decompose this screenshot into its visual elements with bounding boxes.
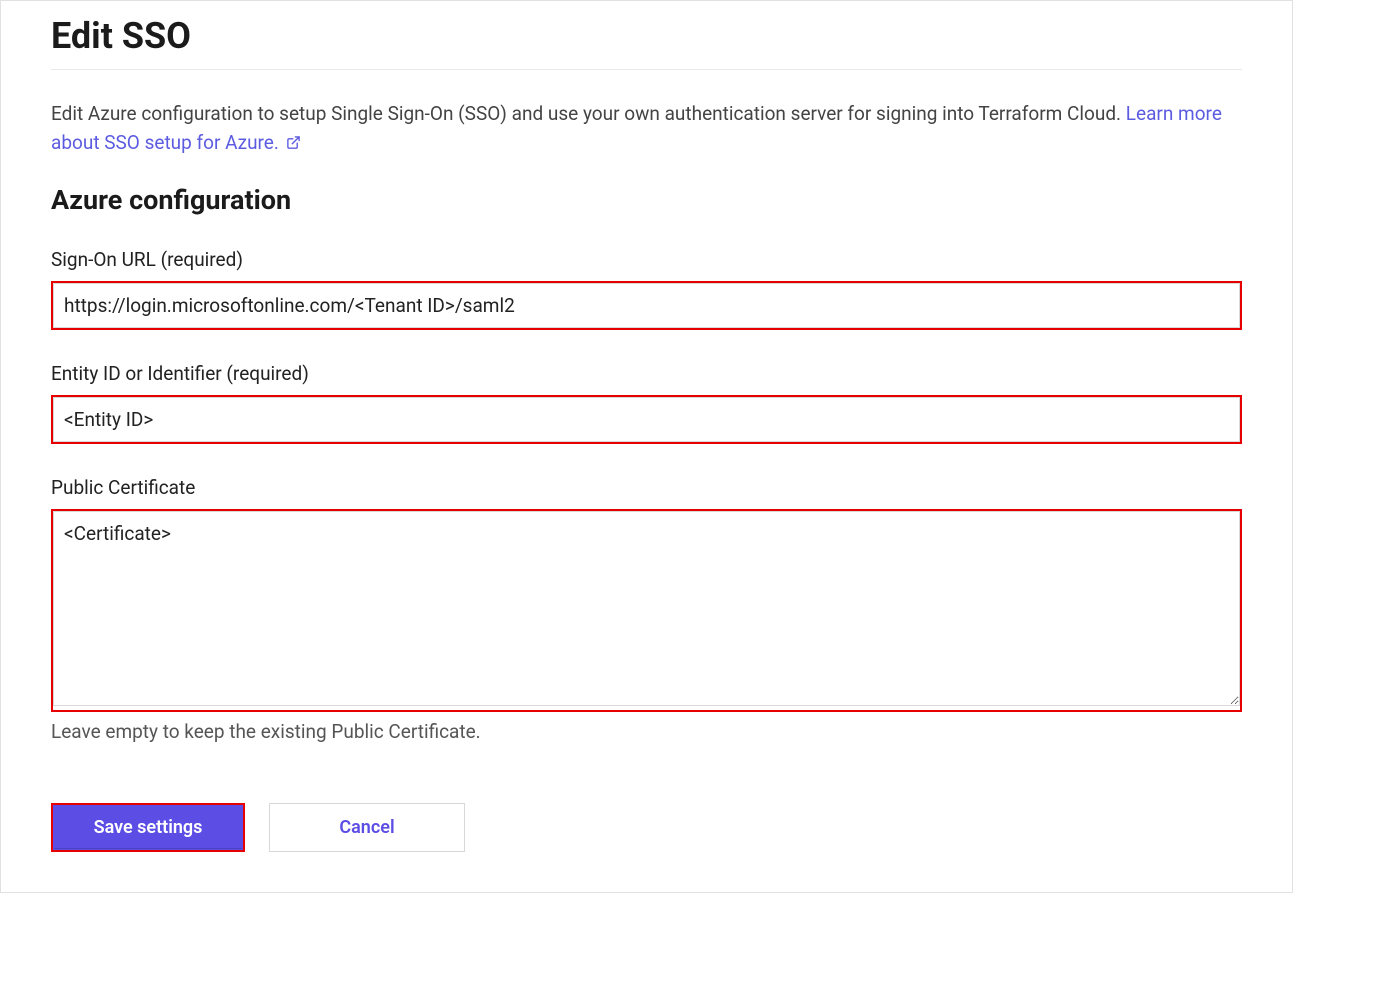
public-cert-field: Public Certificate Leave empty to keep t… — [51, 476, 1242, 743]
page-title: Edit SSO — [51, 15, 1242, 57]
entity-id-field: Entity ID or Identifier (required) — [51, 362, 1242, 444]
sign-on-url-field: Sign-On URL (required) — [51, 248, 1242, 330]
entity-id-label: Entity ID or Identifier (required) — [51, 362, 1242, 385]
title-divider — [51, 69, 1242, 70]
public-cert-textarea[interactable] — [53, 511, 1240, 706]
public-cert-highlight — [51, 509, 1242, 712]
public-cert-label: Public Certificate — [51, 476, 1242, 499]
entity-id-input[interactable] — [53, 397, 1240, 442]
content-container: Edit SSO Edit Azure configuration to set… — [1, 15, 1292, 852]
sign-on-url-label: Sign-On URL (required) — [51, 248, 1242, 271]
external-link-icon — [286, 130, 301, 159]
form-actions: Save settings Cancel — [51, 803, 1242, 852]
page-description: Edit Azure configuration to setup Single… — [51, 100, 1242, 158]
save-button-highlight: Save settings — [51, 803, 245, 852]
sign-on-url-input[interactable] — [53, 283, 1240, 328]
save-settings-button[interactable]: Save settings — [53, 805, 243, 850]
public-cert-helper: Leave empty to keep the existing Public … — [51, 720, 1242, 743]
azure-config-heading: Azure configuration — [51, 184, 1242, 216]
cancel-button[interactable]: Cancel — [269, 803, 465, 852]
sign-on-url-highlight — [51, 281, 1242, 330]
entity-id-highlight — [51, 395, 1242, 444]
edit-sso-page: Edit SSO Edit Azure configuration to set… — [0, 0, 1293, 893]
description-text: Edit Azure configuration to setup Single… — [51, 102, 1126, 125]
